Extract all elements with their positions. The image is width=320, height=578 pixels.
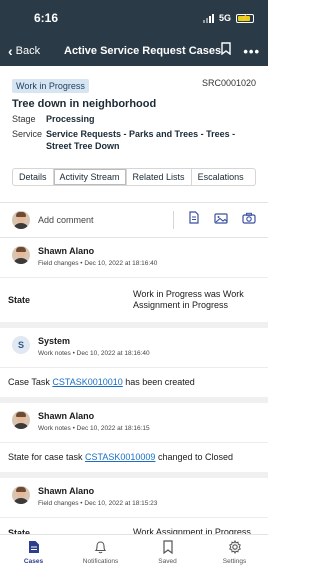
tabbar-settings[interactable]: Settings	[201, 535, 268, 578]
top-bar: 6:16 5G ⚡ ‹ Back Active Service Request …	[0, 0, 268, 66]
document-icon	[28, 541, 39, 553]
stage-label: Stage	[12, 114, 36, 124]
tab-escalations[interactable]: Escalations	[192, 169, 250, 185]
record-title: Tree down in neighborhood	[12, 98, 157, 110]
signal-icon	[202, 13, 214, 23]
tabbar-saved[interactable]: Saved	[134, 535, 201, 578]
activity-entry: Shawn Alano Field changes • Dec 10, 2022…	[0, 238, 268, 328]
divider	[173, 210, 174, 229]
record-tabs: Details Activity Stream Related Lists Es…	[12, 167, 256, 186]
service-label: Service	[12, 129, 43, 140]
image-icon[interactable]	[214, 211, 228, 229]
tabbar-label: Cases	[23, 558, 44, 565]
tab-related-lists[interactable]: Related Lists	[127, 168, 192, 185]
entry-author: Shawn Alano	[38, 485, 95, 496]
status-indicators: 5G ⚡	[202, 13, 254, 23]
bell-icon	[94, 541, 107, 554]
bookmark-icon	[162, 540, 173, 554]
tab-details[interactable]: Details	[13, 168, 54, 185]
comment-bar: Add comment	[0, 201, 268, 238]
tabbar-label: Notifications	[82, 558, 119, 565]
entry-date: Dec 10, 2022 at 18:16:40	[84, 259, 158, 267]
entry-author: Shawn Alano	[38, 245, 95, 256]
tabbar-notifications[interactable]: Notifications	[67, 535, 134, 578]
entry-kind: Field changes	[38, 259, 79, 267]
service-field: Service Service Requests - Parks and Tre…	[12, 129, 256, 152]
avatar	[12, 485, 30, 504]
entry-author: System	[38, 335, 71, 346]
bottom-tab-bar: Cases Notifications Saved Settings	[0, 534, 268, 578]
comment-input[interactable]: Add comment	[38, 215, 94, 225]
battery-icon: ⚡	[236, 13, 254, 23]
back-label: Back	[15, 45, 41, 57]
tabbar-label: Saved	[158, 558, 177, 565]
service-value: Service Requests - Parks and Trees - Tre…	[46, 129, 236, 151]
entry-text: State for case task CSTASK0010009 change…	[8, 452, 233, 463]
entry-kind: Field changes	[38, 499, 79, 507]
entry-kind: Work notes	[38, 424, 71, 432]
avatar	[12, 245, 30, 264]
stage-field: Stage Processing	[12, 114, 256, 125]
entry-date: Dec 10, 2022 at 18:16:40	[76, 349, 150, 357]
camera-icon[interactable]	[242, 211, 256, 229]
case-task-link[interactable]: CSTASK0010009	[85, 452, 155, 462]
page-title: Active Service Request Cases	[64, 45, 222, 57]
activity-entry: Shawn Alano Work notes • Dec 10, 2022 at…	[0, 403, 268, 478]
tabbar-cases[interactable]: Cases	[0, 535, 67, 578]
entry-date: Dec 10, 2022 at 18:16:15	[76, 424, 150, 432]
network-label: 5G	[218, 13, 231, 23]
entry-kind: Work notes	[38, 349, 71, 357]
activity-entry: S System Work notes • Dec 10, 2022 at 18…	[0, 328, 268, 403]
status-time: 6:16	[34, 11, 59, 25]
tabbar-label: Settings	[222, 558, 247, 565]
avatar	[12, 410, 30, 429]
entry-author: Shawn Alano	[38, 410, 95, 421]
tab-activity-stream[interactable]: Activity Stream	[53, 168, 127, 185]
chevron-left-icon: ‹	[8, 43, 13, 59]
entry-date: Dec 10, 2022 at 18:15:23	[84, 499, 158, 507]
bookmark-icon[interactable]	[221, 42, 232, 60]
status-bar: 6:16 5G ⚡	[0, 0, 268, 36]
gear-icon	[228, 540, 241, 554]
entry-field-value: Work in Progress was Work Assignment in …	[133, 288, 244, 310]
avatar	[12, 210, 30, 229]
state-badge: Work in Progress	[12, 79, 89, 93]
case-task-link[interactable]: CSTASK0010010	[52, 377, 122, 387]
entry-text: Case Task CSTASK0010010 has been created	[8, 377, 195, 388]
record-header: Work in Progress SRC0001020 Tree down in…	[0, 66, 268, 152]
nav-bar: ‹ Back Active Service Request Cases •••	[0, 36, 268, 66]
more-icon[interactable]: •••	[243, 44, 260, 59]
back-button[interactable]: ‹ Back	[8, 44, 40, 58]
document-icon[interactable]	[188, 211, 200, 229]
stage-value: Processing	[46, 114, 95, 124]
record-number: SRC0001020	[201, 78, 256, 88]
system-avatar: S	[12, 335, 30, 354]
entry-field-name: State	[8, 294, 31, 305]
